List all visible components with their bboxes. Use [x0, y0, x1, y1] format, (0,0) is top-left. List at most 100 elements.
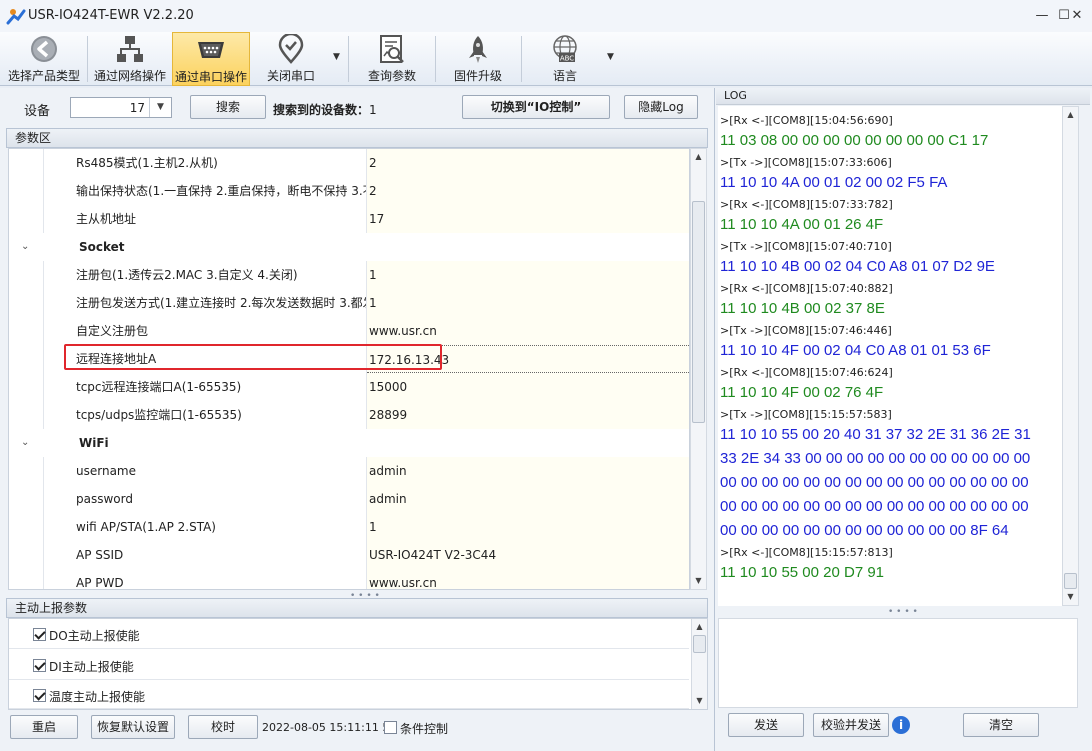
property-category[interactable]: ⌄ Socket: [9, 233, 689, 261]
toolbar-query-button[interactable]: 查询参数: [352, 32, 432, 86]
log-rx-line: 11 10 10 4F 00 02 76 4F: [720, 384, 884, 401]
report-temp-checkbox[interactable]: [33, 689, 46, 702]
scroll-down-icon[interactable]: ▼: [691, 573, 706, 589]
property-value[interactable]: admin: [367, 485, 689, 513]
property-row[interactable]: AP PWD www.usr.cn: [9, 569, 689, 589]
language-dropdown-icon[interactable]: ▼: [607, 52, 614, 62]
factory-reset-button[interactable]: 恢复默认设置: [91, 715, 175, 739]
toolbar-select-product-button[interactable]: 选择产品类型: [4, 32, 84, 86]
scroll-thumb[interactable]: [693, 635, 706, 653]
report-item-temp[interactable]: 温度主动上报使能: [9, 681, 689, 709]
info-icon[interactable]: i: [892, 716, 910, 734]
collapse-chevron-icon[interactable]: ⌄: [21, 241, 29, 252]
device-select[interactable]: 17 ▼: [70, 97, 172, 118]
scroll-down-icon[interactable]: ▼: [1063, 589, 1078, 605]
property-row[interactable]: 注册包(1.透传云2.MAC 3.自定义 4.关闭) 1: [9, 261, 689, 289]
property-name: password: [43, 485, 367, 513]
property-name: AP SSID: [43, 541, 367, 569]
property-value[interactable]: 15000: [367, 373, 689, 401]
row-gutter: [9, 485, 43, 513]
report-di-checkbox[interactable]: [33, 659, 46, 672]
toolbar-network-button[interactable]: 通过网络操作: [90, 32, 170, 86]
network-icon: [117, 36, 143, 62]
property-row[interactable]: tcpc远程连接端口A(1-65535) 15000: [9, 373, 689, 401]
property-grid-scrollbar[interactable]: ▲ ▼: [690, 148, 707, 590]
property-name: tcps/udps监控端口(1-65535): [43, 401, 367, 429]
property-value[interactable]: admin: [367, 457, 689, 485]
property-value[interactable]: 17: [367, 205, 689, 233]
collapse-chevron-icon[interactable]: ⌄: [21, 437, 29, 448]
property-value[interactable]: USR-IO424T V2-3C44: [367, 541, 689, 569]
property-row[interactable]: tcps/udps监控端口(1-65535) 28899: [9, 401, 689, 429]
log-rx-line: 11 10 10 4A 00 01 26 4F: [720, 216, 884, 233]
property-row[interactable]: 自定义注册包 www.usr.cn: [9, 317, 689, 345]
scroll-up-icon[interactable]: ▲: [691, 149, 706, 165]
restart-button[interactable]: 重启: [10, 715, 78, 739]
scroll-down-icon[interactable]: ▼: [692, 693, 707, 709]
close-button[interactable]: ✕: [1066, 6, 1088, 26]
scroll-up-icon[interactable]: ▲: [1063, 107, 1078, 123]
send-input[interactable]: [718, 618, 1078, 708]
hide-log-button[interactable]: 隐藏Log: [624, 95, 698, 119]
toolbar-language-button[interactable]: ABC 语言: [525, 32, 605, 86]
clear-button[interactable]: 清空: [963, 713, 1039, 737]
row-gutter: [9, 289, 43, 317]
chevron-down-icon[interactable]: ▼: [149, 98, 171, 117]
found-count-text: 搜索到的设备数：1: [273, 101, 377, 118]
log-header: LOG: [716, 88, 1090, 105]
property-row[interactable]: password admin: [9, 485, 689, 513]
log-output[interactable]: >[Rx <-][COM8][15:04:56:690] 11 03 08 00 …: [718, 106, 1062, 606]
row-gutter: [9, 261, 43, 289]
report-list: DO主动上报使能 DI主动上报使能 温度主动上报使能 ▲ ▼: [8, 618, 708, 710]
property-value[interactable]: 28899: [367, 401, 689, 429]
property-name: 主从机地址: [43, 205, 367, 233]
switch-io-control-button[interactable]: 切换到“IO控制”: [462, 95, 610, 119]
checksum-send-button[interactable]: 校验并发送: [813, 713, 889, 737]
property-row[interactable]: 主从机地址 17: [9, 205, 689, 233]
property-row[interactable]: 注册包发送方式(1.建立连接时 2.每次发送数据时 3.都发送) 1: [9, 289, 689, 317]
property-row[interactable]: AP SSID USR-IO424T V2-3C44: [9, 541, 689, 569]
close-serial-dropdown-icon[interactable]: ▼: [333, 52, 340, 62]
property-row[interactable]: Rs485模式(1.主机2.从机) 2: [9, 149, 689, 177]
search-button[interactable]: 搜索: [190, 95, 266, 119]
report-item-di[interactable]: DI主动上报使能: [9, 650, 689, 680]
report-do-checkbox[interactable]: [33, 628, 46, 641]
toolbar-firmware-button[interactable]: 固件升级: [438, 32, 518, 86]
row-gutter: [9, 317, 43, 345]
property-value[interactable]: 1: [367, 289, 689, 317]
scroll-up-icon[interactable]: ▲: [692, 619, 707, 635]
log-header-line: >[Tx ->][COM8][15:07:33:606]: [720, 156, 892, 169]
sync-time-button[interactable]: 校时: [188, 715, 258, 739]
property-value[interactable]: 2: [367, 177, 689, 205]
minimize-button[interactable]: —: [1030, 6, 1054, 26]
report-scrollbar[interactable]: ▲ ▼: [691, 619, 707, 709]
condition-control-checkbox[interactable]: [384, 721, 397, 734]
log-header-line: >[Tx ->][COM8][15:15:57:583]: [720, 408, 892, 421]
property-row[interactable]: 输出保持状态(1.一直保持 2.重启保持，断电不保持 3.不保持)2: [9, 177, 689, 205]
log-scrollbar[interactable]: ▲ ▼: [1062, 106, 1079, 606]
log-rx-line: 11 10 10 55 00 20 D7 91: [720, 564, 885, 581]
property-value[interactable]: www.usr.cn: [367, 569, 689, 589]
property-value[interactable]: 2: [367, 149, 689, 177]
property-row[interactable]: username admin: [9, 457, 689, 485]
property-category[interactable]: ⌄ WiFi: [9, 429, 689, 457]
send-button[interactable]: 发送: [728, 713, 804, 737]
property-row[interactable]: wifi AP/STA(1.AP 2.STA) 1: [9, 513, 689, 541]
toolbar-separator: [348, 36, 349, 82]
report-item-do[interactable]: DO主动上报使能: [9, 619, 689, 649]
property-value[interactable]: 1: [367, 513, 689, 541]
toolbar-close-serial-button[interactable]: 关闭串口: [252, 32, 330, 86]
property-value[interactable]: www.usr.cn: [367, 317, 689, 345]
scroll-thumb[interactable]: [692, 201, 705, 423]
log-title: LOG: [724, 89, 747, 102]
splitter-grip[interactable]: • • • •: [888, 607, 918, 617]
property-name: wifi AP/STA(1.AP 2.STA): [43, 513, 367, 541]
scroll-thumb[interactable]: [1064, 573, 1077, 589]
selected-row-highlight: [64, 344, 442, 370]
row-gutter: [9, 205, 43, 233]
property-value[interactable]: 1: [367, 261, 689, 289]
report-item-label: DI主动上报使能: [49, 660, 134, 674]
toolbar-serial-button[interactable]: 通过串口操作: [172, 32, 250, 86]
found-count: 1: [369, 103, 377, 117]
log-header-line: >[Rx <-][COM8][15:04:56:690]: [720, 114, 893, 127]
